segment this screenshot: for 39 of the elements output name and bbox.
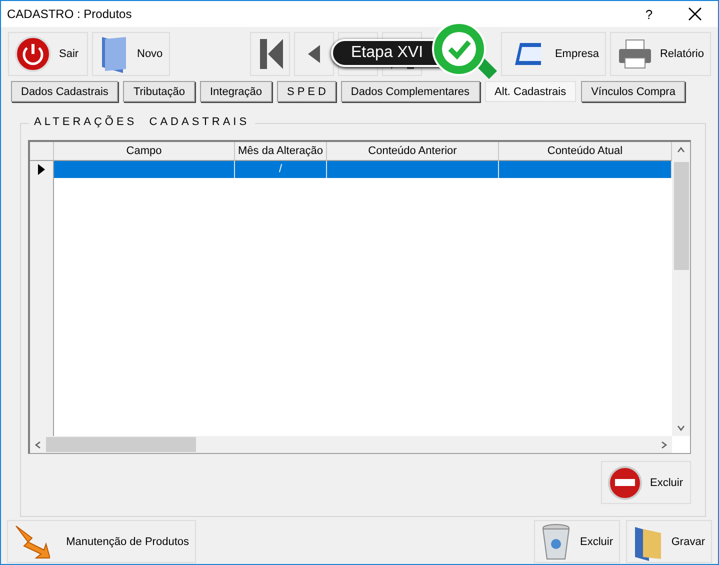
company-button[interactable]: Empresa [501,32,606,76]
product-maintenance-button[interactable]: Manutenção de Produtos [7,520,196,563]
current-row-icon [38,164,45,175]
report-button[interactable]: Relatório [610,32,711,76]
minus-icon [608,466,642,500]
tab[interactable]: Integração [200,81,272,102]
tab[interactable]: Alt. Cadastrais [484,81,576,102]
trash-icon [541,522,570,560]
delete-button[interactable]: Excluir [601,461,691,504]
window-title: CADASTRO : Produtos [7,7,133,21]
tab[interactable]: Dados Complementares [340,81,480,102]
horizontal-scrollbar[interactable] [30,436,672,453]
printer-icon [617,38,652,70]
lightning-arrow-icon [14,524,50,560]
tab[interactable]: Dados Cadastrais [11,81,118,102]
tab[interactable]: S P E D [276,81,336,102]
previous-button[interactable] [294,32,334,76]
save-button[interactable]: Gravar [626,520,712,563]
group-title: ALTERAÇÕES CADASTRAIS [29,116,255,128]
column-header[interactable]: Mês da Alteração [235,142,327,161]
folder-icon [99,35,129,73]
table-cell: / [235,161,327,178]
card-icon [514,41,541,67]
column-header[interactable]: Conteúdo Anterior [327,142,499,161]
exit-button[interactable]: Sair [8,32,88,76]
tab[interactable]: Vínculos Compra [581,81,686,102]
tab[interactable]: Tributação [123,81,195,102]
scroll-down-icon[interactable] [677,424,685,432]
new-button[interactable]: Novo [92,32,170,76]
first-button[interactable] [250,32,290,76]
delete-button[interactable]: Excluir [534,520,620,563]
scroll-left-icon[interactable] [34,440,42,448]
column-header[interactable]: Conteúdo Atual [499,142,672,161]
help-button[interactable]: ? [626,6,672,22]
vertical-scrollbar[interactable] [672,142,690,436]
column-header[interactable]: Campo [54,142,235,161]
scroll-up-icon[interactable] [677,146,685,154]
scroll-right-icon[interactable] [660,440,668,448]
power-icon [15,36,51,72]
